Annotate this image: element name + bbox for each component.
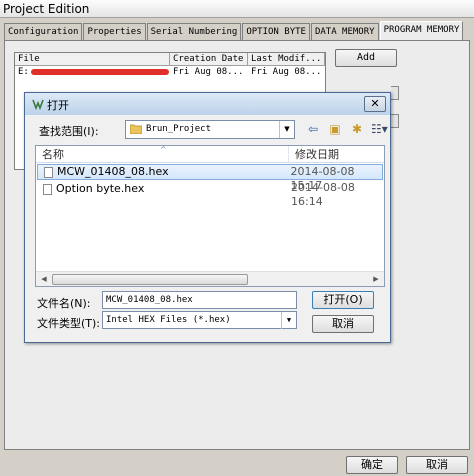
ok-button[interactable]: 确定 <box>346 456 398 474</box>
tab-properties[interactable]: Properties <box>83 23 146 40</box>
tab-program-memory[interactable]: PROGRAM MEMORY <box>379 21 464 40</box>
filename-label: 文件名(N): <box>37 297 91 310</box>
file-list-header: File Creation Date Last Modif... <box>15 53 325 66</box>
look-in-select[interactable]: Brun_Project ▼ <box>125 120 295 139</box>
scroll-left-icon[interactable]: ◀ <box>37 273 51 286</box>
file-path-cell: E: <box>15 66 170 79</box>
last-modified-cell: Fri Aug 08... <box>251 67 322 77</box>
tab-option-byte[interactable]: OPTION BYTE <box>242 23 310 40</box>
file-path-drive: E: <box>18 67 29 77</box>
cancel-button[interactable]: 取消 <box>406 456 468 474</box>
column-modified-date[interactable]: 修改日期 <box>289 146 384 162</box>
dialog-title: 打开 <box>47 99 69 112</box>
folder-icon <box>130 124 142 134</box>
dialog-toolbar: ⇦ ▣ ✱ ☷▾ <box>305 121 388 137</box>
redaction-mark <box>30 68 169 75</box>
window-titlebar: Project Edition <box>0 0 474 18</box>
filetype-value: Intel HEX Files (*.hex) <box>106 315 231 325</box>
scroll-right-icon[interactable]: ▶ <box>369 273 383 286</box>
dialog-titlebar: 打开 ✕ <box>25 93 390 115</box>
filename-input[interactable]: MCW_01408_08.hex <box>102 291 297 309</box>
column-file[interactable]: File <box>15 53 170 65</box>
file-browser-header: 名称 修改日期 ^ <box>36 145 384 163</box>
scrollbar-thumb[interactable] <box>52 274 248 285</box>
tab-configuration[interactable]: Configuration <box>4 23 83 40</box>
file-name-cell: MCW_01408_08.hex <box>38 165 288 179</box>
filetype-select[interactable]: Intel HEX Files (*.hex) ▼ <box>102 311 297 329</box>
chevron-down-icon[interactable]: ▼ <box>281 312 296 329</box>
file-browser-list[interactable]: 名称 修改日期 ^ MCW_01408_08.hex 2014-08-08 15… <box>35 145 385 287</box>
close-icon[interactable]: ✕ <box>364 96 386 112</box>
look-in-label: 查找范围(I): <box>39 125 99 138</box>
app-icon <box>32 99 44 110</box>
sort-caret-icon: ^ <box>160 145 167 154</box>
view-menu-icon[interactable]: ☷▾ <box>371 121 388 137</box>
dialog-cancel-button[interactable]: 取消 <box>312 315 374 333</box>
up-folder-icon[interactable]: ▣ <box>327 121 343 137</box>
file-name: Option byte.hex <box>56 182 145 195</box>
hidden-button-edge <box>391 114 399 128</box>
tab-data-memory[interactable]: DATA MEMORY <box>310 23 379 40</box>
list-item[interactable]: MCW_01408_08.hex 2014-08-08 15:17 <box>37 164 383 192</box>
open-file-dialog: 打开 ✕ 查找范围(I): Brun_Project ▼ ⇦ ▣ ✱ ☷▾ 名称… <box>24 92 391 343</box>
open-button[interactable]: 打开(O) <box>312 291 374 309</box>
horizontal-scrollbar[interactable]: ◀ ▶ <box>36 271 384 286</box>
back-icon[interactable]: ⇦ <box>305 121 321 137</box>
file-date: 2014-08-08 15:17 <box>290 165 355 192</box>
new-folder-icon[interactable]: ✱ <box>349 121 365 137</box>
look-in-value: Brun_Project <box>146 124 212 134</box>
column-last-modified[interactable]: Last Modif... <box>248 53 325 65</box>
column-creation-date[interactable]: Creation Date <box>170 53 248 65</box>
tab-serial-numbering[interactable]: Serial Numbering <box>146 23 242 40</box>
creation-date-cell: Fri Aug 08... <box>173 67 244 77</box>
hidden-button-edge <box>391 86 399 100</box>
chevron-down-icon[interactable]: ▼ <box>279 121 294 138</box>
file-icon <box>44 166 53 178</box>
window-title: Project Edition <box>3 2 90 16</box>
file-name-cell: Option byte.hex <box>37 181 288 197</box>
filetype-label: 文件类型(T): <box>37 317 101 330</box>
tab-strip: Configuration Properties Serial Numberin… <box>4 21 464 40</box>
add-button[interactable]: Add <box>335 49 397 67</box>
table-row[interactable]: E: Fri Aug 08... Fri Aug 08... <box>15 66 325 79</box>
file-icon <box>43 183 52 195</box>
file-name: MCW_01408_08.hex <box>57 165 169 178</box>
file-date: 2014-08-08 16:14 <box>291 181 355 208</box>
list-item[interactable]: Option byte.hex 2014-08-08 16:14 <box>37 181 383 208</box>
